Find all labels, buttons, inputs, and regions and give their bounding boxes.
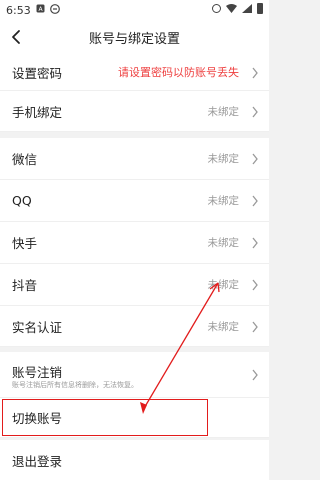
chevron-right-icon xyxy=(252,279,258,291)
signal-icon xyxy=(242,4,252,13)
chevron-right-icon xyxy=(252,237,258,249)
battery-icon xyxy=(257,3,263,14)
status-right-icons xyxy=(212,3,263,14)
row-subtitle: 账号注销后所有信息将删除，无法恢复。 xyxy=(12,381,138,389)
row-label: 微信 xyxy=(12,152,38,167)
row-value: 未绑定 xyxy=(207,105,240,118)
row-label: 设置密码 xyxy=(12,65,63,81)
alarm-icon xyxy=(212,4,221,13)
wifi-icon xyxy=(226,4,237,13)
row-real-name[interactable]: 实名认证 未绑定 xyxy=(0,306,269,347)
row-cancel-account[interactable]: 账号注销 账号注销后所有信息将删除，无法恢复。 xyxy=(0,352,269,398)
row-value: 未绑定 xyxy=(207,153,240,165)
notification-a-icon: A xyxy=(36,4,45,16)
row-label: 抖音 xyxy=(12,278,38,293)
chevron-right-icon xyxy=(252,153,258,165)
chevron-right-icon xyxy=(252,195,258,207)
row-set-password[interactable]: 设置密码 请设置密码以防账号丢失 xyxy=(0,54,269,91)
row-switch-account[interactable]: 切换账号 xyxy=(0,398,269,438)
row-value: 未绑定 xyxy=(207,237,240,249)
notification-e-icon xyxy=(49,3,60,17)
chevron-right-icon xyxy=(252,369,258,381)
row-label: 账号注销 xyxy=(12,365,63,380)
status-bar: 6:53 A xyxy=(0,0,269,20)
row-kuaishou[interactable]: 快手 未绑定 xyxy=(0,222,269,264)
row-label: QQ xyxy=(12,193,32,208)
row-label: 切换账号 xyxy=(12,411,63,426)
row-value: 未绑定 xyxy=(207,320,240,333)
page-title: 账号与绑定设置 xyxy=(88,31,180,47)
chevron-right-icon xyxy=(252,321,258,333)
chevron-right-icon xyxy=(252,106,258,118)
chevron-right-icon xyxy=(252,67,258,79)
row-label: 快手 xyxy=(12,236,38,251)
nav-bar: 账号与绑定设置 xyxy=(0,20,269,54)
chevron-left-icon[interactable] xyxy=(10,28,24,46)
row-douyin[interactable]: 抖音 未绑定 xyxy=(0,264,269,306)
row-phone-binding[interactable]: 手机绑定 未绑定 xyxy=(0,91,269,132)
row-label: 手机绑定 xyxy=(12,104,63,120)
row-wechat[interactable]: 微信 未绑定 xyxy=(0,138,269,180)
row-qq[interactable]: QQ 未绑定 xyxy=(0,180,269,222)
row-logout[interactable]: 退出登录 xyxy=(0,440,269,480)
status-time: 6:53 xyxy=(6,3,31,17)
row-label: 退出登录 xyxy=(12,453,63,469)
row-label: 实名认证 xyxy=(12,319,63,335)
row-value: 未绑定 xyxy=(207,279,240,291)
row-value: 请设置密码以防账号丢失 xyxy=(118,66,239,79)
row-value: 未绑定 xyxy=(207,195,240,207)
